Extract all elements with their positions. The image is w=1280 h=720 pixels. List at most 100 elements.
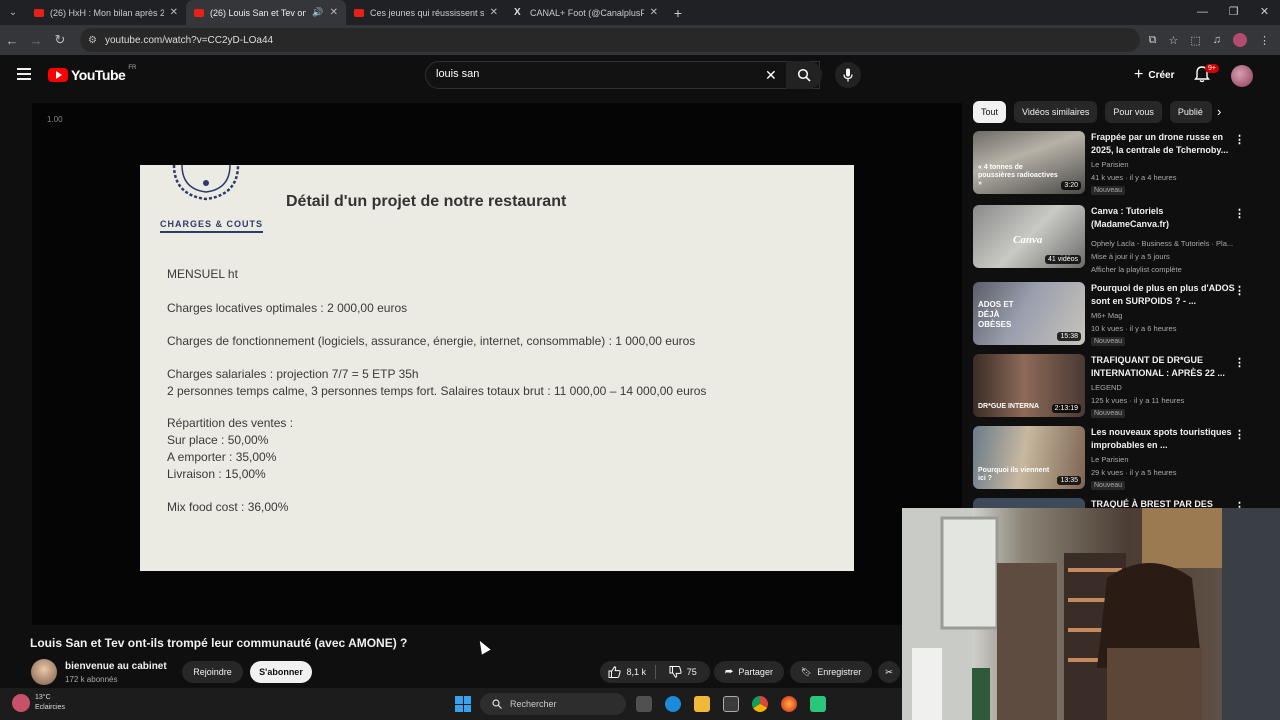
- recommended-channel[interactable]: Le Parisien: [1091, 455, 1259, 464]
- playlist-thumbnail[interactable]: Canva 41 vidéos: [973, 205, 1085, 268]
- recommended-video[interactable]: ADOS ET DÉJÀ OBÈSES 15:38 Pourquoi de pl…: [973, 282, 1273, 348]
- dislike-count: 75: [686, 667, 697, 677]
- view-full-playlist-link[interactable]: Afficher la playlist complète: [1091, 265, 1259, 274]
- site-info-icon[interactable]: ⚙: [88, 35, 97, 46]
- create-button[interactable]: + Créer: [1126, 63, 1182, 87]
- store-icon[interactable]: [723, 696, 739, 712]
- video-player[interactable]: 1.00 CHARGES & COUTS Détail d'un projet …: [32, 103, 962, 625]
- recommended-title[interactable]: TRAFIQUANT DE DR*GUE INTERNATIONAL : APR…: [1091, 354, 1241, 380]
- browser-tab[interactable]: X CANAL+ Foot (@CanalplusFoot) ✕: [506, 0, 666, 25]
- tab-search-chevron-icon[interactable]: ⌄: [0, 0, 26, 25]
- reload-icon[interactable]: ↻: [48, 32, 72, 48]
- more-options-icon[interactable]: ⋮: [1234, 428, 1245, 441]
- chip-similar[interactable]: Vidéos similaires: [1014, 101, 1098, 123]
- video-thumbnail[interactable]: Pourquoi ils viennent ici ? 13:35: [973, 426, 1085, 489]
- logo-wordmark: YouTube: [71, 67, 126, 83]
- video-thumbnail[interactable]: « 4 tonnes de poussières radioactives » …: [973, 131, 1085, 194]
- slide-line: Charges salariales : projection 7/7 = 5 …: [167, 367, 419, 381]
- recommended-title[interactable]: Canva : Tutoriels (MadameCanva.fr): [1091, 205, 1241, 231]
- join-button[interactable]: Rejoindre: [182, 661, 243, 683]
- speaker-icon[interactable]: 🔊: [312, 7, 323, 18]
- save-button[interactable]: 🔖︎ Enregistrer: [790, 661, 872, 683]
- recommended-video[interactable]: « 4 tonnes de poussières radioactives » …: [973, 131, 1273, 197]
- profile-avatar[interactable]: [1233, 33, 1247, 47]
- cast-icon[interactable]: ⧉: [1149, 34, 1157, 47]
- new-tab-button[interactable]: +: [666, 5, 690, 21]
- clear-search-icon[interactable]: ✕: [765, 67, 777, 84]
- subscribe-button[interactable]: S'abonner: [250, 661, 312, 683]
- more-options-icon[interactable]: ⋮: [1234, 133, 1245, 146]
- close-tab-icon[interactable]: ✕: [490, 7, 498, 18]
- slide-line: A emporter : 35,00%: [167, 450, 277, 464]
- more-options-icon[interactable]: ⋮: [1234, 284, 1245, 297]
- browser-tab-active[interactable]: (26) Louis San et Tev ont-ils 🔊 ✕: [186, 0, 346, 25]
- like-button[interactable]: 8,1 k: [600, 666, 655, 678]
- recommended-title[interactable]: Pourquoi de plus en plus d'ADOS sont en …: [1091, 282, 1241, 308]
- video-thumbnail[interactable]: ADOS ET DÉJÀ OBÈSES 15:38: [973, 282, 1085, 345]
- recommended-channel[interactable]: LEGEND: [1091, 383, 1259, 392]
- recommended-video[interactable]: Pourquoi ils viennent ici ? 13:35 Les no…: [973, 426, 1273, 492]
- close-tab-icon[interactable]: ✕: [650, 7, 658, 18]
- more-options-icon[interactable]: ⋮: [1234, 207, 1245, 220]
- bookmark-star-icon[interactable]: ☆: [1168, 34, 1178, 47]
- app-icon[interactable]: [810, 696, 826, 712]
- weather-widget[interactable]: 13°C Eclaircies: [12, 693, 65, 713]
- voice-search-button[interactable]: [835, 62, 861, 88]
- recommended-title[interactable]: Frappée par un drone russe en 2025, la c…: [1091, 131, 1241, 157]
- minimize-icon[interactable]: —: [1187, 0, 1218, 25]
- task-view-icon[interactable]: [636, 696, 652, 712]
- taskbar-search-label: Rechercher: [510, 699, 557, 709]
- url-field[interactable]: ⚙ youtube.com/watch?v=CC2yD-LOa44: [80, 28, 1140, 52]
- close-window-icon[interactable]: ✕: [1249, 0, 1280, 25]
- slide-line: Mix food cost : 36,00%: [167, 500, 289, 514]
- video-thumbnail[interactable]: DR*GUE INTERNA 2:13:19: [973, 354, 1085, 417]
- bookmark-icon: 🔖︎: [800, 666, 813, 677]
- account-avatar[interactable]: [1231, 65, 1253, 87]
- dislike-button[interactable]: 75: [656, 666, 711, 678]
- more-options-icon[interactable]: ⋮: [1234, 356, 1245, 369]
- youtube-logo[interactable]: YouTube FR: [48, 65, 136, 83]
- x-favicon-icon: X: [514, 6, 521, 18]
- taskbar-search[interactable]: Rechercher: [480, 693, 626, 715]
- windows-start-icon[interactable]: [455, 696, 471, 712]
- extensions-icon[interactable]: ⬚: [1190, 34, 1200, 47]
- back-arrow-icon[interactable]: ←: [0, 33, 24, 48]
- firefox-icon[interactable]: [781, 696, 797, 712]
- share-button[interactable]: ⮫ Partager: [714, 661, 784, 683]
- forward-arrow-icon[interactable]: →: [24, 33, 48, 48]
- maximize-icon[interactable]: ❐: [1218, 0, 1249, 25]
- browser-tab[interactable]: Ces jeunes qui réussissent sans ✕: [346, 0, 506, 25]
- edge-browser-icon[interactable]: [665, 696, 681, 712]
- close-tab-icon[interactable]: ✕: [330, 7, 338, 18]
- chip-published[interactable]: Publié: [1169, 101, 1212, 123]
- recommended-channel[interactable]: M6+ Mag: [1091, 311, 1259, 320]
- browser-tab[interactable]: (26) HxH : Mon bilan après 25 a ✕: [26, 0, 186, 25]
- search-input[interactable]: [436, 68, 756, 80]
- recommended-video[interactable]: DR*GUE INTERNA 2:13:19 TRAFIQUANT DE DR*…: [973, 354, 1273, 420]
- recommended-playlist[interactable]: Canva 41 vidéos Canva : Tutoriels (Madam…: [973, 205, 1273, 274]
- chrome-browser-icon[interactable]: [752, 696, 768, 712]
- create-label: Créer: [1148, 69, 1175, 81]
- search-button[interactable]: [786, 61, 822, 89]
- slide-line: Livraison : 15,00%: [167, 467, 266, 481]
- recommended-channel[interactable]: Le Parisien: [1091, 160, 1259, 169]
- close-tab-icon[interactable]: ✕: [170, 7, 178, 18]
- webcam-overlay: [902, 508, 1280, 720]
- media-control-icon[interactable]: ♫: [1213, 34, 1221, 46]
- recommended-channel[interactable]: Ophely Lacla - Business & Tutoriels · Pl…: [1091, 239, 1259, 248]
- slide-line: 2 personnes temps calme, 3 personnes tem…: [167, 384, 707, 398]
- channel-avatar[interactable]: [31, 659, 57, 685]
- chip-for-you[interactable]: Pour vous: [1105, 101, 1162, 123]
- recommended-title[interactable]: Les nouveaux spots touristiques improbab…: [1091, 426, 1241, 452]
- clip-button[interactable]: ✂: [878, 661, 900, 683]
- share-label: Partager: [738, 667, 773, 677]
- channel-name[interactable]: bienvenue au cabinet: [65, 661, 167, 672]
- microphone-icon: [843, 68, 853, 82]
- menu-icon[interactable]: [17, 68, 31, 80]
- chip-all[interactable]: Tout: [973, 101, 1007, 123]
- share-arrow-icon: ⮫: [725, 666, 734, 677]
- chevron-right-icon[interactable]: ›: [1217, 104, 1221, 119]
- file-explorer-icon[interactable]: [694, 696, 710, 712]
- video-count-badge: 41 vidéos: [1045, 255, 1081, 264]
- browser-menu-icon[interactable]: ⋮: [1259, 34, 1270, 47]
